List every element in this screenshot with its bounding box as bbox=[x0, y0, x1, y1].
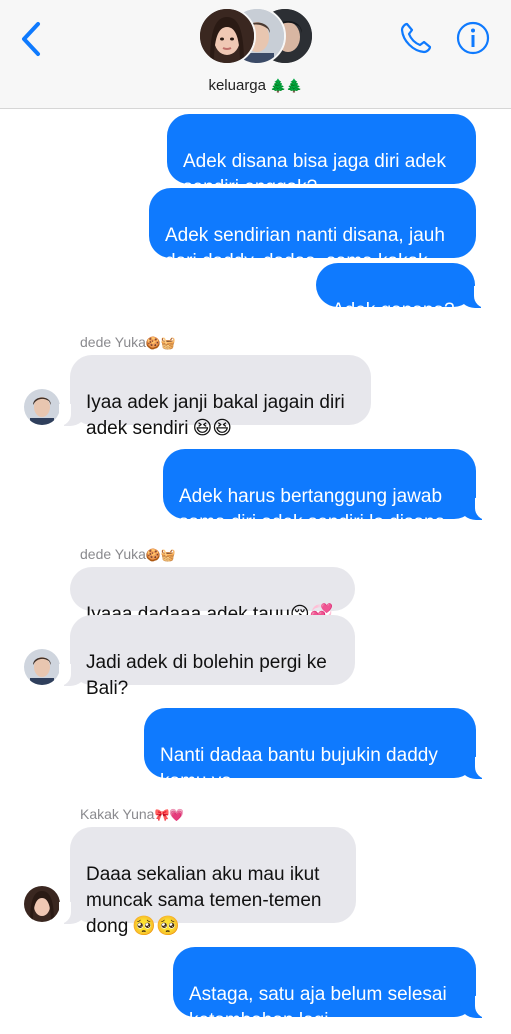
message-bubble-received[interactable]: Daaa sekalian aku mau ikut muncak sama t… bbox=[59, 827, 356, 937]
message-bubble-sent[interactable]: Adek sendirian nanti disana, jauh dari d… bbox=[149, 188, 476, 272]
group-name-label: keluarga bbox=[208, 77, 266, 94]
avatar[interactable] bbox=[24, 389, 60, 425]
sender-name-label: dede Yuka bbox=[80, 334, 146, 350]
avatar bbox=[198, 7, 256, 65]
message-bubble-sent[interactable]: Adek gapapa? bbox=[316, 263, 486, 321]
info-icon bbox=[456, 21, 490, 55]
group-name[interactable]: keluarga 🌲🌲 bbox=[0, 77, 511, 94]
back-button[interactable] bbox=[18, 20, 46, 58]
message-text: Daaa sekalian aku mau ikut muncak sama t… bbox=[86, 864, 322, 937]
message-bubble-received[interactable]: Jadi adek di bolehin pergi ke Bali? bbox=[59, 615, 355, 699]
message-bubble-sent[interactable]: Adek disana bisa jaga diri adek sendiri … bbox=[167, 114, 476, 198]
sender-name-label: Kakak Yuna bbox=[80, 806, 155, 822]
message-bubble-received[interactable]: Iyaa adek janji bakal jagain diri adek s… bbox=[59, 355, 371, 439]
message-emoji: 🥺🥺 bbox=[132, 916, 180, 937]
avatar[interactable] bbox=[24, 886, 60, 922]
message-bubble-sent[interactable]: Adek harus bertanggung jawab sama diri a… bbox=[163, 449, 487, 533]
message-text: Jadi adek di bolehin pergi ke Bali? bbox=[86, 652, 327, 699]
sender-emoji: 🎀💗 bbox=[154, 808, 185, 822]
sender-name-label: dede Yuka bbox=[80, 546, 146, 562]
info-button[interactable] bbox=[455, 20, 491, 56]
sender-emoji: 🍪🧺 bbox=[145, 548, 176, 562]
message-bubble-sent[interactable]: Astaga, satu aja belum selesai ketambaha… bbox=[173, 947, 487, 1031]
sender-emoji: 🍪🧺 bbox=[145, 336, 176, 350]
avatar[interactable] bbox=[24, 649, 60, 685]
phone-icon bbox=[400, 22, 432, 54]
call-button[interactable] bbox=[398, 20, 434, 56]
group-avatars[interactable] bbox=[198, 7, 318, 65]
sender-name: Kakak Yuna🎀💗 bbox=[80, 804, 184, 824]
message-text: Adek gapapa? bbox=[332, 300, 455, 321]
message-bubble-received[interactable]: Iyaaa dadaaa adek tauu😚💞 bbox=[70, 567, 355, 625]
message-bubble-sent[interactable]: Nanti dadaa bantu bujukin daddy kamu ya bbox=[144, 708, 487, 792]
message-emoji: 😆😆 bbox=[192, 418, 233, 439]
sender-name: dede Yuka🍪🧺 bbox=[80, 332, 176, 352]
message-text: Nanti dadaa bantu bujukin daddy kamu ya bbox=[160, 745, 438, 792]
chevron-left-icon bbox=[22, 22, 40, 56]
message-text: Adek harus bertanggung jawab sama diri a… bbox=[179, 486, 446, 533]
conversation-header: keluarga 🌲🌲 bbox=[0, 0, 511, 109]
group-name-emoji: 🌲🌲 bbox=[270, 78, 303, 93]
sender-name: dede Yuka🍪🧺 bbox=[80, 544, 176, 564]
